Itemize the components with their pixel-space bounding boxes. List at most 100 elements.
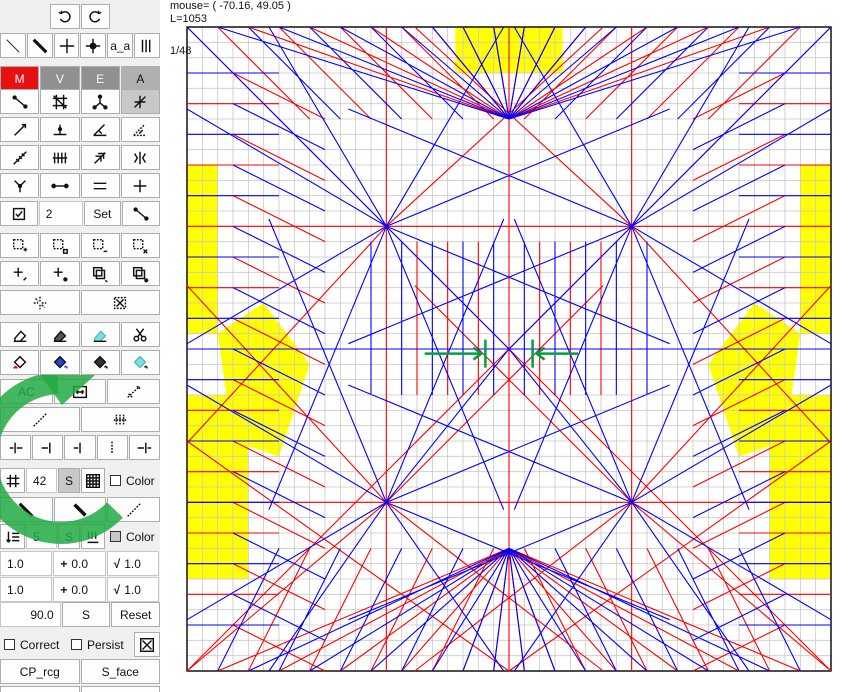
thin-line-button[interactable] <box>0 33 26 58</box>
parallel-tool-button[interactable] <box>40 145 80 170</box>
move-copy-button[interactable] <box>40 261 80 286</box>
divide-tool-button[interactable] <box>0 145 40 170</box>
crease-pattern-drawing[interactable] <box>160 0 849 692</box>
cp-rcg-button[interactable]: CP_rcg <box>0 659 80 684</box>
double-bar-button[interactable] <box>134 33 160 58</box>
polygon-check-button[interactable] <box>0 201 38 226</box>
interval-color-option[interactable]: Color <box>106 524 160 549</box>
mode-edge-button[interactable]: E <box>80 66 120 91</box>
grid-toggle-button[interactable] <box>0 468 25 493</box>
paint-aux-button[interactable] <box>120 350 160 375</box>
select-clear-button[interactable] <box>120 233 160 258</box>
cross-dot-button[interactable] <box>80 33 107 58</box>
paint-valley-button[interactable] <box>40 350 80 375</box>
cross-point-button[interactable] <box>53 33 80 58</box>
value-d-field[interactable]: 1.0 <box>0 577 53 602</box>
bottom-tool-button[interactable] <box>0 686 80 692</box>
thick-line-button[interactable] <box>26 33 53 58</box>
delete-selected-button[interactable] <box>80 290 160 315</box>
edge-dash-button[interactable] <box>107 497 160 522</box>
cut-button[interactable] <box>120 322 160 347</box>
mirror-tool-button[interactable] <box>120 145 160 170</box>
horizontal-segment-button[interactable] <box>40 173 80 198</box>
double-line-button[interactable] <box>80 173 120 198</box>
persist-checkbox[interactable] <box>71 639 82 650</box>
interval-field[interactable]: 5 <box>26 524 57 549</box>
value-f-field[interactable]: √ 1.0 <box>106 577 159 602</box>
eraser-black-button[interactable] <box>40 322 80 347</box>
paint-mountain-button[interactable] <box>0 350 40 375</box>
reset-button[interactable]: Reset <box>111 602 160 627</box>
paint-bucket-black-icon <box>93 355 109 369</box>
polygon-count-field[interactable]: 2 <box>38 201 83 226</box>
set-label: Set <box>93 206 112 221</box>
snap-left2-button[interactable] <box>32 435 64 460</box>
value-b-field[interactable]: +0.0 <box>53 551 106 576</box>
grid-cut-tool-button[interactable] <box>40 89 80 114</box>
radial-tool-button[interactable] <box>0 173 40 198</box>
redo-button[interactable] <box>80 4 110 29</box>
value-c-field[interactable]: √ 1.0 <box>106 551 159 576</box>
triangle-tool-button[interactable] <box>80 89 120 114</box>
angle-s-button[interactable]: S <box>61 602 111 627</box>
select-remove-button[interactable] <box>80 233 120 258</box>
eraser-aux-button[interactable] <box>80 322 120 347</box>
angle-field[interactable]: 90.0 <box>0 602 61 627</box>
paint-edge-button[interactable] <box>80 350 120 375</box>
move-button[interactable] <box>0 261 40 286</box>
mode-mountain-button[interactable]: M <box>0 66 40 91</box>
snap-vertical-button[interactable] <box>96 435 128 460</box>
ac-button[interactable]: AC <box>0 379 53 404</box>
snap-left-button[interactable] <box>0 435 32 460</box>
snap-right-button[interactable] <box>128 435 160 460</box>
edge-thickness-button[interactable] <box>0 497 53 522</box>
bisector-tool-button[interactable] <box>120 89 160 114</box>
perpendicular-tool-button[interactable] <box>40 117 80 142</box>
angle-value: 90.0 <box>30 607 54 622</box>
select-lasso-button[interactable] <box>40 233 80 258</box>
diagonal-line-button[interactable] <box>0 407 80 432</box>
flip-arrows-button[interactable] <box>107 379 160 404</box>
text-line-button[interactable]: a_a <box>107 33 134 58</box>
grid-color-checkbox[interactable] <box>110 475 121 486</box>
cp-rcg-label: CP_rcg <box>19 664 60 679</box>
crease-pattern-canvas[interactable]: mouse= ( -70.16, 49.05 ) L=1053 1/48 <box>160 0 849 692</box>
polygon-tool-button[interactable] <box>122 201 160 226</box>
bottom-tool-button-2[interactable] <box>80 686 160 692</box>
interval-color-checkbox[interactable] <box>110 531 121 542</box>
interval-bars-button[interactable] <box>81 524 105 549</box>
segment-tool-button[interactable] <box>0 89 40 114</box>
value-e-field[interactable]: +0.0 <box>53 577 106 602</box>
persist-option[interactable]: Persist <box>67 632 134 657</box>
grid-s-button[interactable]: S <box>58 468 80 493</box>
undo-button[interactable] <box>50 4 80 29</box>
angle-tool-button[interactable] <box>80 117 120 142</box>
snap-mid-button[interactable] <box>64 435 96 460</box>
value-a-field[interactable]: 1.0 <box>0 551 53 576</box>
interval-button[interactable] <box>0 524 25 549</box>
delete-short-button[interactable] <box>0 290 80 315</box>
plus-tool-button[interactable] <box>120 173 160 198</box>
mode-valley-button[interactable]: V <box>40 66 80 91</box>
extend-tool-button[interactable] <box>0 117 40 142</box>
grid-count-field[interactable]: 42 <box>26 468 57 493</box>
edge-thin-button[interactable] <box>53 497 107 522</box>
correct-checkbox[interactable] <box>4 639 15 650</box>
interval-s-button[interactable]: S <box>58 524 80 549</box>
correct-option[interactable]: Correct <box>0 632 67 657</box>
angle-aux-tool-button[interactable] <box>120 117 160 142</box>
mouse-coordinates: mouse= ( -70.16, 49.05 ) <box>170 0 291 12</box>
fit-width-button[interactable] <box>53 379 107 404</box>
select-add-button[interactable] <box>0 233 40 258</box>
copy-multi-button[interactable] <box>120 261 160 286</box>
s-face-button[interactable]: S_face <box>80 659 160 684</box>
mode-aux-button[interactable]: A <box>120 66 160 91</box>
set-button[interactable]: Set <box>83 201 122 226</box>
grid-dense-button[interactable] <box>81 468 105 493</box>
grid-color-option[interactable]: Color <box>106 468 160 493</box>
eraser-button[interactable] <box>0 322 40 347</box>
vertical-bars-button[interactable] <box>80 407 160 432</box>
fold-tool-button[interactable] <box>80 145 120 170</box>
close-crease-button[interactable] <box>134 632 160 657</box>
copy-button[interactable] <box>80 261 120 286</box>
